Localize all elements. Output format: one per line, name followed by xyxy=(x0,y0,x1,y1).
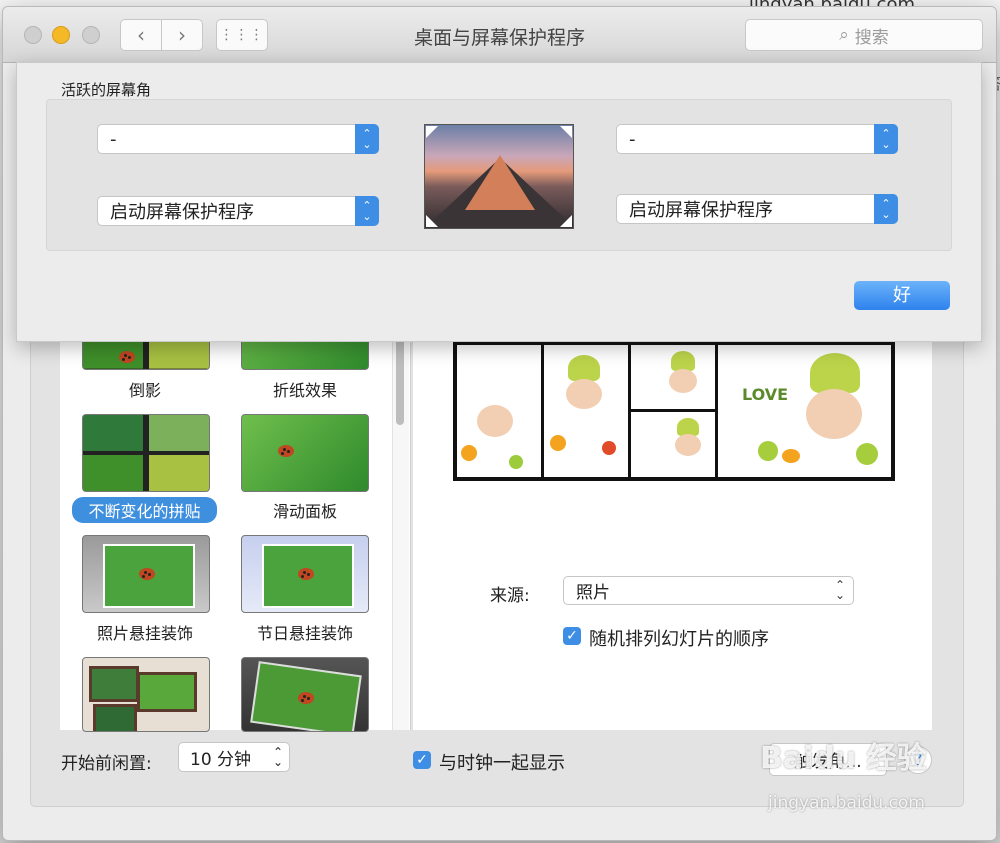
fruit xyxy=(550,435,566,451)
show-clock-checkbox[interactable]: ✓ xyxy=(413,751,431,769)
baby-photo xyxy=(477,405,513,437)
fruit xyxy=(602,441,616,455)
desktop-preview-image xyxy=(424,124,574,229)
checkmark-icon: ✓ xyxy=(416,752,428,768)
top-right-corner-select[interactable]: - ⌃ ⌄ xyxy=(616,124,898,154)
mountain-peak-shape xyxy=(465,155,535,210)
corner-marker-icon xyxy=(426,215,438,227)
corner-marker-icon xyxy=(560,126,572,138)
collage-photo xyxy=(631,345,715,409)
show-clock-label: 与时钟一起显示 xyxy=(439,753,565,774)
photo-frame xyxy=(89,666,139,702)
updown-chevron-icon: ⌃ ⌄ xyxy=(272,745,283,769)
top-left-corner-value: - xyxy=(110,128,117,150)
updown-chevron-icon: ⌃ ⌄ xyxy=(874,124,898,154)
baby-photo xyxy=(806,389,862,439)
ok-button[interactable]: 好 xyxy=(854,281,950,310)
ladybug-icon xyxy=(278,445,294,457)
corner-marker-icon xyxy=(426,126,438,138)
photo-frame xyxy=(137,672,197,712)
collage-photo xyxy=(544,345,628,477)
search-placeholder: 搜索 xyxy=(854,27,889,48)
shuffle-checkbox[interactable]: ✓ xyxy=(563,627,581,645)
fruit xyxy=(758,441,778,461)
idle-time-label: 开始前闲置: xyxy=(61,754,152,774)
bottom-right-corner-value: 启动屏幕保护程序 xyxy=(629,200,773,221)
bottom-left-corner-select[interactable]: 启动屏幕保护程序 ⌃ ⌄ xyxy=(97,196,379,226)
screensaver-label[interactable]: 照片悬挂装饰 xyxy=(70,620,220,644)
idle-time-value: 10 分钟 xyxy=(190,749,252,770)
baidu-watermark: Baidu 经验 jingyan.baidu.com xyxy=(760,733,990,823)
photo-frame xyxy=(93,704,137,731)
top-right-corner-value: - xyxy=(629,128,636,150)
screensaver-thumb-photo-mobile[interactable] xyxy=(241,657,369,732)
title-bar: ‹ › ⋮⋮⋮ 桌面与屏幕保护程序 ⌕ 搜索 xyxy=(3,7,996,63)
hat xyxy=(810,353,860,393)
screensaver-label[interactable]: 滑动面板 xyxy=(230,498,380,522)
fruit xyxy=(782,449,800,463)
screensaver-thumb-photo-wall[interactable] xyxy=(82,657,210,732)
collage-photo: LOVE xyxy=(718,345,891,477)
screensaver-label[interactable]: 折纸效果 xyxy=(230,377,380,401)
fruit xyxy=(856,443,878,465)
idle-time-select[interactable]: 10 分钟 ⌃ ⌄ xyxy=(178,742,290,772)
source-select[interactable]: 照片 ⌃ ⌄ xyxy=(563,576,854,605)
ladybug-icon xyxy=(298,568,314,580)
screensaver-thumb-holiday-mobile[interactable] xyxy=(241,535,369,613)
baby-photo xyxy=(669,369,697,393)
fruit xyxy=(461,445,477,461)
screensaver-label-selected[interactable]: 不断变化的拼贴 xyxy=(72,497,217,523)
collage-photo xyxy=(457,345,541,477)
search-field[interactable]: ⌕ 搜索 xyxy=(745,19,983,51)
checkmark-icon: ✓ xyxy=(566,628,578,644)
fruit xyxy=(509,455,523,469)
search-icon: ⌕ xyxy=(839,25,849,45)
preview-collage-image: LOVE xyxy=(453,341,895,481)
baby-photo xyxy=(566,379,602,409)
source-label: 来源: xyxy=(490,586,530,606)
updown-chevron-icon: ⌃ ⌄ xyxy=(874,194,898,224)
updown-chevron-icon: ⌃ ⌄ xyxy=(355,124,379,154)
ladybug-icon xyxy=(139,568,155,580)
active-corners-title: 活跃的屏幕角 xyxy=(61,81,152,99)
screensaver-thumb-vintage-prints[interactable] xyxy=(82,535,210,613)
collage-love-text: LOVE xyxy=(742,385,789,404)
ladybug-icon xyxy=(298,692,314,704)
updown-chevron-icon: ⌃ ⌄ xyxy=(834,578,845,602)
screensaver-thumb-sliding-panels[interactable] xyxy=(241,414,369,492)
hat xyxy=(568,355,600,381)
watermark-url: jingyan.baidu.com xyxy=(768,793,925,813)
watermark-brand: Baidu 经验 xyxy=(760,741,927,776)
shuffle-label: 随机排列幻灯片的顺序 xyxy=(589,629,769,650)
corner-marker-icon xyxy=(560,215,572,227)
top-left-corner-select[interactable]: - ⌃ ⌄ xyxy=(97,124,379,154)
screensaver-label[interactable]: 节日悬挂装饰 xyxy=(230,620,380,644)
updown-chevron-icon: ⌃ ⌄ xyxy=(355,196,379,226)
ladybug-icon xyxy=(119,351,135,363)
screensaver-thumb-shifting-tiles[interactable] xyxy=(82,414,210,492)
screensaver-label[interactable]: 倒影 xyxy=(70,377,220,401)
bottom-left-corner-value: 启动屏幕保护程序 xyxy=(110,202,254,223)
baby-photo xyxy=(675,434,701,456)
source-select-value: 照片 xyxy=(576,583,610,603)
hat xyxy=(671,351,695,371)
collage-photo xyxy=(631,412,715,477)
bottom-right-corner-select[interactable]: 启动屏幕保护程序 ⌃ ⌄ xyxy=(616,194,898,224)
